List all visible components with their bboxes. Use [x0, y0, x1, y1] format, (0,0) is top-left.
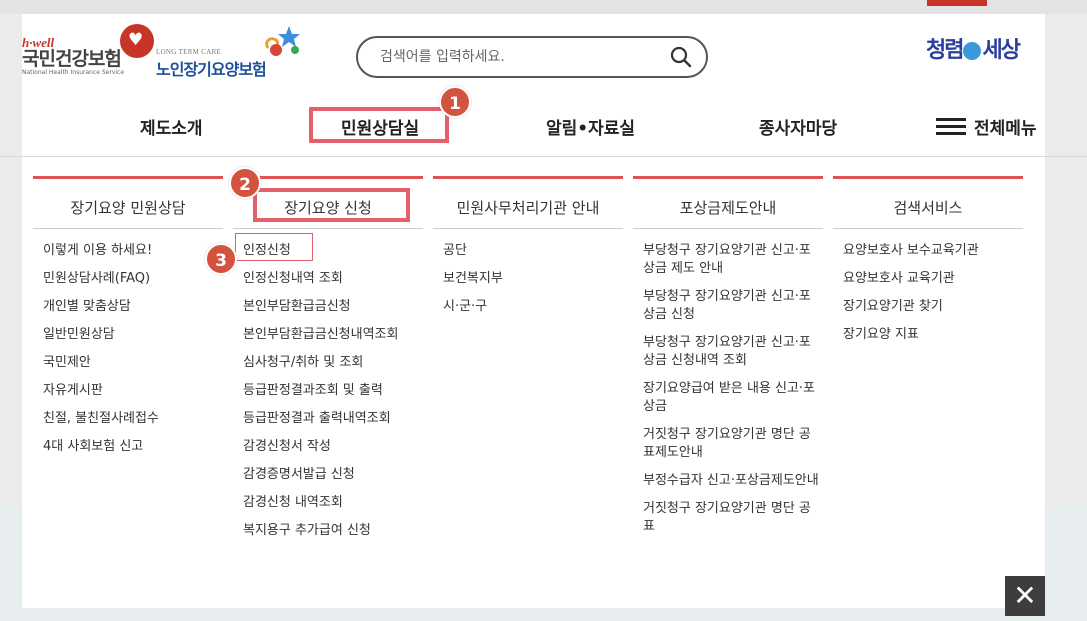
ltc-name: 노인장기요양보험	[156, 60, 267, 79]
column-heading[interactable]: 포상금제도안내	[633, 179, 823, 229]
menu-item[interactable]: 4대 사회보험 신고	[43, 438, 223, 456]
nav-item-notice-data[interactable]: 알림•자료실	[546, 114, 635, 139]
ltc-logo[interactable]: LONG TERM CARE 노인장기요양보험	[156, 48, 267, 80]
annotation-badge-3: 3	[205, 243, 237, 275]
submenu-highlight-box	[253, 188, 410, 222]
page-top-strip	[0, 0, 1087, 14]
clean-world-logo[interactable]: 청렴 세상	[926, 32, 1021, 64]
hamburger-icon[interactable]	[936, 118, 966, 135]
menu-item[interactable]: 장기요양 지표	[843, 326, 1023, 344]
menu-column-reward-system: 포상금제도안내 부당청구 장기요양기관 신고·포상금 제도 안내 부당청구 장기…	[633, 176, 823, 546]
menu-item[interactable]: 민원상담사례(FAQ)	[43, 270, 223, 288]
top-accent	[927, 0, 987, 6]
nav-item-all-menu[interactable]: 전체메뉴	[974, 114, 1037, 139]
menu-item[interactable]: 인정신청내역 조회	[243, 270, 423, 288]
annotation-badge-2: 2	[229, 167, 261, 199]
menu-item[interactable]: 국민제안	[43, 354, 223, 372]
menu-item[interactable]: 장기요양기관 찾기	[843, 298, 1023, 316]
clean-logo-dot-icon	[963, 42, 982, 60]
menu-item[interactable]: 부당청구 장기요양기관 신고·포상금 제도 안내	[643, 242, 823, 278]
menu-item[interactable]: 등급판정결과 출력내역조회	[243, 410, 423, 428]
nav-highlight-box	[309, 107, 449, 143]
heart-logo-icon: ♥	[120, 24, 154, 58]
clean-logo-left: 청렴	[926, 38, 965, 63]
menu-item[interactable]: 감경신청서 작성	[243, 438, 423, 456]
menu-item[interactable]: 보건복지부	[443, 270, 623, 288]
menu-item[interactable]: 등급판정결과조회 및 출력	[243, 382, 423, 400]
menu-item[interactable]: 일반민원상담	[43, 326, 223, 344]
ltc-mark-icon	[265, 26, 300, 56]
menu-item[interactable]: 복지용구 추가급여 신청	[243, 522, 423, 540]
menu-item[interactable]: 심사청구/취하 및 조회	[243, 354, 423, 372]
menu-item-highlight-box	[235, 233, 313, 261]
search-input[interactable]	[380, 47, 660, 67]
column-heading[interactable]: 장기요양 민원상담	[33, 179, 223, 229]
menu-item[interactable]: 감경신청 내역조회	[243, 494, 423, 512]
menu-item[interactable]: 거짓청구 장기요양기관 명단 공표제도안내	[643, 426, 823, 462]
column-heading[interactable]: 민원사무처리기관 안내	[433, 179, 623, 229]
menu-item[interactable]: 감경증명서발급 신청	[243, 466, 423, 484]
nhis-logo[interactable]: h·well 국민건강보험 National Health Insurance …	[22, 36, 124, 77]
menu-column-search-service: 검색서비스 요양보호사 보수교육기관 요양보호사 교육기관 장기요양기관 찾기 …	[833, 176, 1023, 354]
nhis-name: 국민건강보험	[22, 48, 122, 70]
header-divider	[0, 156, 1087, 157]
menu-item[interactable]: 본인부담환급금신청내역조회	[243, 326, 423, 344]
menu-item[interactable]: 부당청구 장기요양기관 신고·포상금 신청	[643, 288, 823, 324]
search-icon[interactable]	[670, 46, 692, 68]
search-box	[356, 36, 708, 78]
column-heading[interactable]: 검색서비스	[833, 179, 1023, 229]
close-icon: ✕	[1013, 579, 1037, 612]
menu-item[interactable]: 거짓청구 장기요양기관 명단 공표	[643, 500, 823, 536]
ltc-english-name: LONG TERM CARE	[156, 48, 222, 56]
menu-item[interactable]: 개인별 맞춤상담	[43, 298, 223, 316]
nhis-english-name: National Health Insurance Service	[22, 69, 125, 76]
menu-item[interactable]: 본인부담환급금신청	[243, 298, 423, 316]
menu-item[interactable]: 부당청구 장기요양기관 신고·포상금 신청내역 조회	[643, 334, 823, 370]
close-menu-button[interactable]: ✕	[1005, 576, 1045, 616]
menu-item[interactable]: 공단	[443, 242, 623, 260]
nav-item-system-intro[interactable]: 제도소개	[140, 114, 203, 139]
menu-item[interactable]: 요양보호사 보수교육기관	[843, 242, 1023, 260]
annotation-badge-1: 1	[439, 86, 471, 118]
menu-item[interactable]: 이렇게 이용 하세요!	[43, 242, 223, 260]
clean-logo-right: 세상	[982, 38, 1021, 63]
main-navigation: 제도소개 민원상담실 알림•자료실 종사자마당 전체메뉴	[0, 108, 1087, 144]
menu-item[interactable]: 자유게시판	[43, 382, 223, 400]
menu-item[interactable]: 친절, 불친절사례접수	[43, 410, 223, 428]
menu-item[interactable]: 장기요양급여 받은 내용 신고·포상금	[643, 380, 823, 416]
nav-item-worker-plaza[interactable]: 종사자마당	[759, 114, 837, 139]
menu-item[interactable]: 시·군·구	[443, 298, 623, 316]
menu-column-agency-guide: 민원사무처리기관 안내 공단 보건복지부 시·군·구	[433, 176, 623, 326]
menu-item[interactable]: 요양보호사 교육기관	[843, 270, 1023, 288]
menu-column-consultation: 장기요양 민원상담 이렇게 이용 하세요! 민원상담사례(FAQ) 개인별 맞춤…	[33, 176, 223, 466]
menu-item[interactable]: 부정수급자 신고·포상금제도안내	[643, 472, 823, 490]
